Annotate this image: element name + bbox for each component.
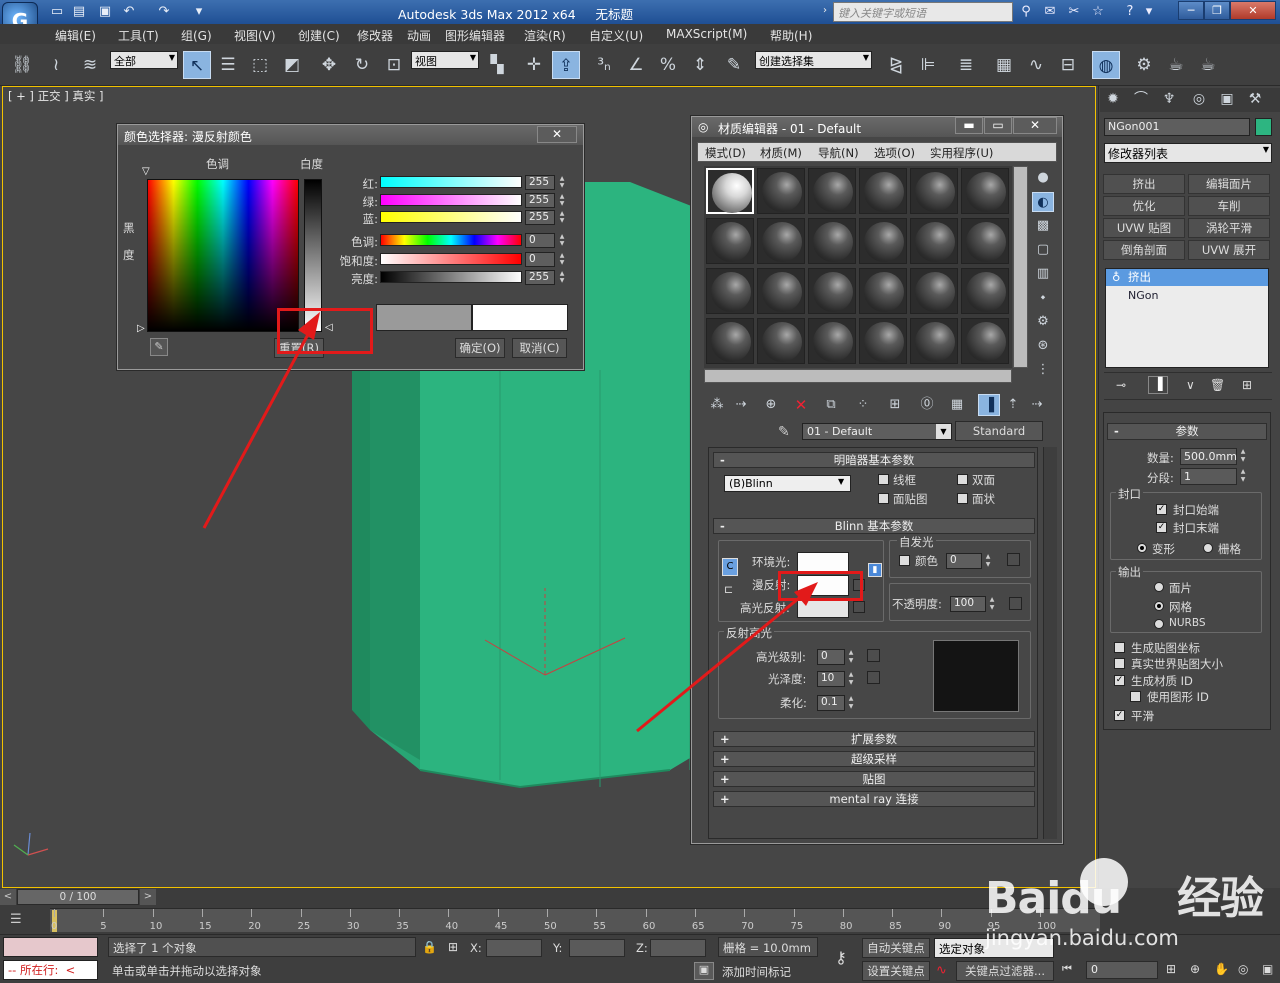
timeline-tick-label: 55 <box>593 921 607 932</box>
timeline-tick-label: 65 <box>691 921 705 932</box>
timeline-tick-mark <box>103 909 105 917</box>
x-coordinate-field[interactable] <box>486 939 542 957</box>
pan-view-icon[interactable]: ✋ <box>1214 962 1229 976</box>
timeline-tick-label: 15 <box>198 921 212 932</box>
zoom-icon[interactable]: ⊕ <box>1190 962 1200 976</box>
timeline-tick-label: 25 <box>297 921 311 932</box>
timeline-tick-mark <box>300 909 302 917</box>
timeline-tick-mark <box>54 909 55 917</box>
absolute-mode-icon[interactable]: ⊞ <box>448 940 458 954</box>
maximize-viewport-icon[interactable]: ▣ <box>1262 962 1273 976</box>
timeline-prev-icon[interactable]: < <box>0 889 16 905</box>
timeline-tick-mark <box>349 909 351 917</box>
timeline-tick-label: 5 <box>100 921 107 932</box>
timeline-tick-mark <box>645 909 647 917</box>
go-to-start-icon[interactable]: ⏮ <box>1062 962 1072 976</box>
timeline-tick-mark <box>892 909 894 917</box>
timeline-tick-label: 90 <box>938 921 952 932</box>
current-frame-field[interactable]: 0 <box>1086 961 1158 979</box>
set-key-button[interactable]: 设置关键点 <box>862 961 930 981</box>
current-line-field[interactable]: -- 所在行: < <box>3 960 98 980</box>
grid-size-display: 栅格 = 10.0mm <box>718 937 818 957</box>
prompt-line: 单击或单击并拖动以选择对象 <box>112 964 262 978</box>
add-time-tag[interactable]: 添加时间标记 <box>722 964 791 980</box>
time-tag-icon[interactable]: ▣ <box>694 962 714 980</box>
timeline-tick-mark <box>152 909 154 917</box>
timeline-tick-label: 30 <box>346 921 360 932</box>
selection-status: 选择了 1 个对象 <box>108 937 416 957</box>
timeline-next-icon[interactable]: > <box>140 889 156 905</box>
timeline-tick-mark <box>842 909 844 917</box>
timeline-tick-label: 20 <box>248 921 261 932</box>
timeline-tick-label: 60 <box>642 921 656 932</box>
timeline-tick-label: 80 <box>839 921 853 932</box>
time-slider[interactable]: 0 / 100 <box>17 889 139 905</box>
timeline-tick-label: 70 <box>741 921 754 932</box>
trackbar-toggle-icon[interactable]: ☰ <box>10 912 22 927</box>
timeline-tick-mark <box>793 909 795 917</box>
auto-key-button[interactable]: 自动关键点 <box>862 938 930 958</box>
timeline-tick-mark <box>251 909 253 917</box>
z-label: Z: <box>636 941 648 955</box>
x-label: X: <box>470 941 482 955</box>
timeline-tick-label: 10 <box>149 921 163 932</box>
baidu-paw-icon <box>1080 858 1128 906</box>
timeline-tick-label: 40 <box>445 921 459 932</box>
timeline-tick-mark <box>497 909 499 917</box>
timeline-tick-label: 50 <box>544 921 557 932</box>
timeline-tick-label: 45 <box>494 921 508 932</box>
annotation-arrows <box>202 312 818 733</box>
timeline-tick-label: 85 <box>889 921 902 932</box>
timeline-tick-mark <box>941 909 943 917</box>
timeline-tick-mark <box>744 909 746 917</box>
y-coordinate-field[interactable] <box>569 939 625 957</box>
maxscript-listener-mini[interactable] <box>3 937 98 957</box>
timeline-tick-mark <box>694 909 696 917</box>
timeline-tick-mark <box>399 909 401 917</box>
key-tangent-icon[interactable]: ∿ <box>936 963 947 978</box>
set-key-mode-icon[interactable]: ⚷ <box>824 948 858 972</box>
watermark-url: jingyan.baidu.com <box>985 926 1179 950</box>
timeline-tick-mark <box>547 909 548 917</box>
timeline-tick-mark <box>201 909 203 917</box>
timeline-tick-label: 75 <box>790 921 804 932</box>
selection-lock-icon[interactable]: 🔒 <box>422 940 437 954</box>
y-label: Y: <box>553 941 563 955</box>
timeline-tick-label: 35 <box>396 921 409 932</box>
timeline-tick-label: 0 <box>51 921 58 932</box>
z-coordinate-field[interactable] <box>650 939 706 957</box>
time-config-icon[interactable]: ⊞ <box>1166 962 1176 976</box>
timeline-tick-mark <box>448 909 450 917</box>
key-filters-button[interactable]: 关键点过滤器... <box>956 961 1054 981</box>
timeline-tick-mark <box>596 909 598 917</box>
orbit-icon[interactable]: ◎ <box>1238 962 1248 976</box>
